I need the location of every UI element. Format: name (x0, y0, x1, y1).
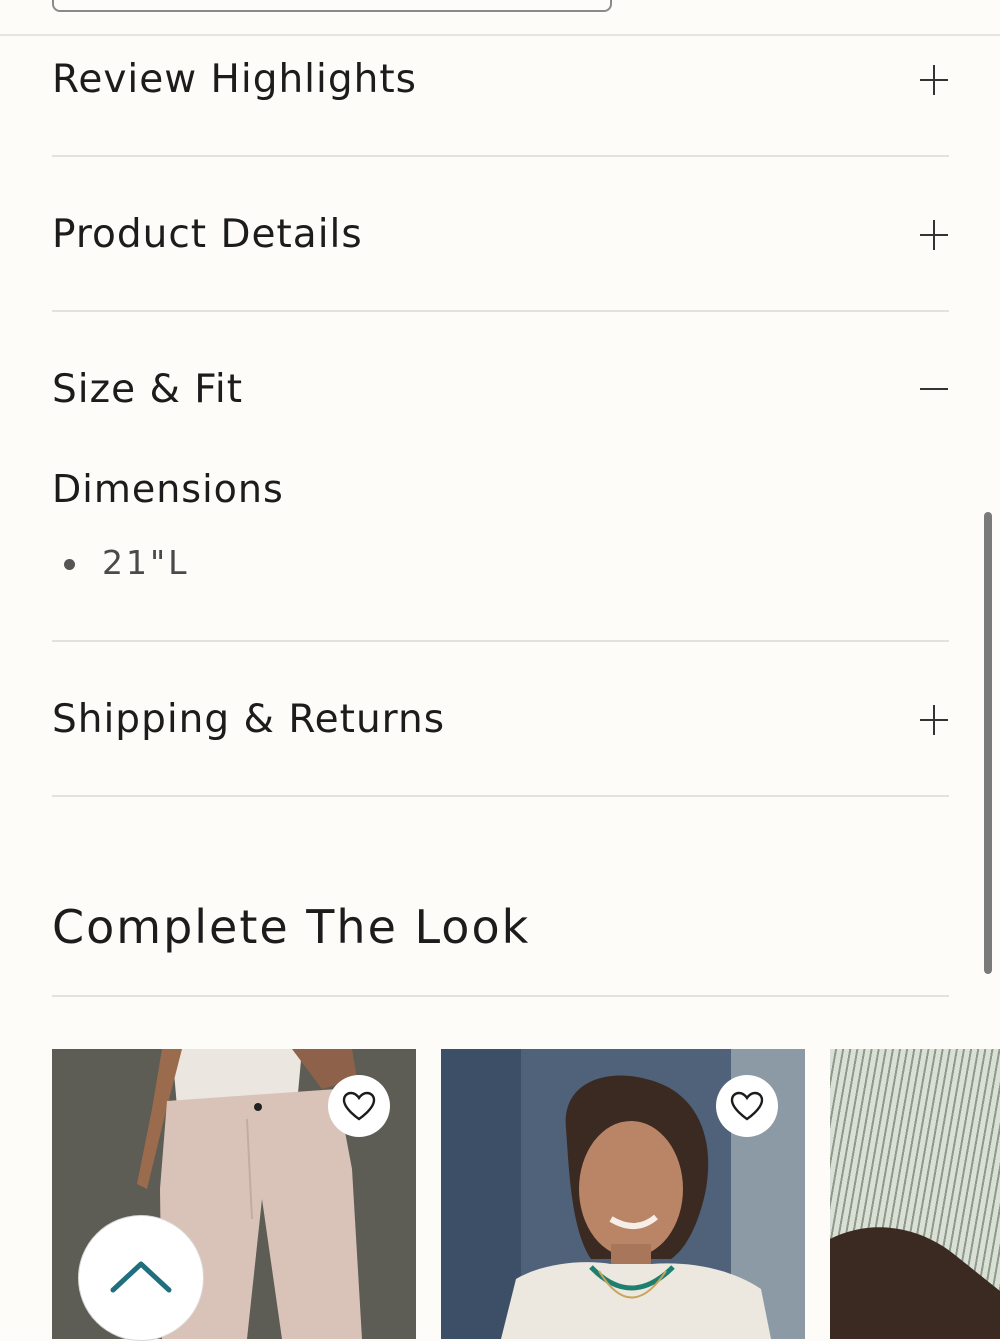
expand-product-details-button[interactable] (916, 216, 954, 254)
divider (52, 795, 949, 797)
expand-shipping-returns-button[interactable] (916, 701, 954, 739)
divider (52, 640, 949, 642)
dimensions-heading: Dimensions (52, 467, 284, 511)
product-details-title[interactable]: Product Details (52, 215, 363, 254)
divider (52, 995, 949, 997)
quantity-select-box[interactable] (52, 0, 612, 12)
minus-icon (920, 388, 948, 390)
favorite-button[interactable] (328, 1075, 390, 1137)
divider (52, 310, 949, 312)
heart-icon (730, 1091, 764, 1121)
chevron-up-icon (110, 1261, 172, 1293)
bullet-dot (64, 559, 75, 570)
favorite-button[interactable] (716, 1075, 778, 1137)
size-fit-title[interactable]: Size & Fit (52, 370, 243, 409)
dimension-value: 21"L (102, 543, 190, 582)
top-divider (0, 34, 1000, 36)
expand-review-highlights-button[interactable] (916, 61, 954, 99)
product-card-2[interactable] (441, 1049, 805, 1339)
shipping-returns-title[interactable]: Shipping & Returns (52, 700, 445, 739)
review-highlights-title[interactable]: Review Highlights (52, 60, 417, 99)
product-card-3[interactable] (830, 1049, 1000, 1339)
divider (52, 155, 949, 157)
striped-fabric-image (830, 1227, 1000, 1339)
scrollbar[interactable] (984, 512, 992, 974)
heart-icon (342, 1091, 376, 1121)
complete-the-look-heading: Complete The Look (52, 900, 531, 954)
back-to-top-button[interactable] (78, 1215, 204, 1341)
collapse-size-fit-button[interactable] (916, 370, 954, 408)
